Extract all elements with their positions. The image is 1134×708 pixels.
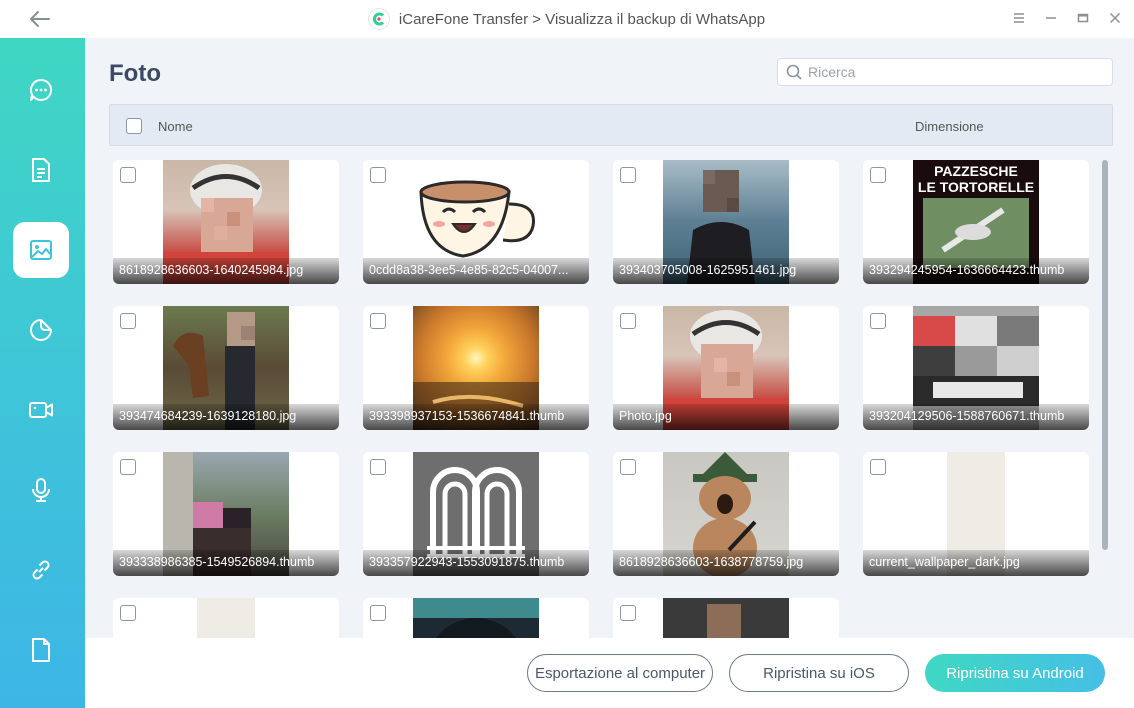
page-title: Foto: [109, 60, 161, 87]
document-icon: [32, 158, 50, 182]
chat-icon: [29, 78, 53, 101]
photo-checkbox[interactable]: [870, 459, 886, 475]
photo-checkbox[interactable]: [120, 605, 136, 621]
poster-line1: PAZZESCHE: [934, 163, 1018, 179]
photo-filename: Photo.jpg: [613, 404, 839, 430]
select-all-checkbox[interactable]: [126, 118, 142, 134]
search-input[interactable]: [808, 64, 1098, 80]
photo-card[interactable]: 393204129506-1588760671.thumb: [863, 306, 1089, 430]
image-icon: [30, 240, 52, 260]
sidebar-item-photos[interactable]: [13, 222, 69, 278]
photo-checkbox[interactable]: [120, 313, 136, 329]
photo-card[interactable]: current_wallpaper_dark.jpg: [863, 452, 1089, 576]
photo-card[interactable]: 8618928636603-1640245984.jpg: [113, 160, 339, 284]
sidebar-item-links[interactable]: [13, 542, 69, 598]
photo-filename: 393403705008-1625951461.jpg: [613, 258, 839, 284]
photo-card[interactable]: [363, 598, 589, 638]
photo-card[interactable]: Photo.jpg: [613, 306, 839, 430]
sidebar-item-stickers[interactable]: [13, 302, 69, 358]
close-button[interactable]: [1106, 8, 1124, 28]
action-bar: Esportazione al computer Ripristina su i…: [85, 638, 1134, 708]
photo-checkbox[interactable]: [620, 313, 636, 329]
minimize-icon: [1046, 17, 1056, 19]
main-panel: Foto Nome Dimensione 8618928636603-16402…: [85, 38, 1134, 638]
photo-filename: 0cdd8a38-3ee5-4e85-82c5-04007...: [363, 258, 589, 284]
photo-checkbox[interactable]: [620, 167, 636, 183]
photo-checkbox[interactable]: [620, 605, 636, 621]
photo-filename: 393357922943-1553091875.thumb: [363, 550, 589, 576]
photo-checkbox[interactable]: [370, 313, 386, 329]
photo-checkbox[interactable]: [370, 459, 386, 475]
app-logo-icon: [368, 9, 389, 29]
photo-card[interactable]: 393403705008-1625951461.jpg: [613, 160, 839, 284]
photo-checkbox[interactable]: [120, 459, 136, 475]
menu-button[interactable]: [1010, 8, 1028, 28]
photo-card[interactable]: 8618928636603-1638778759.jpg: [613, 452, 839, 576]
sidebar-item-files[interactable]: [13, 622, 69, 678]
hamburger-icon: [1014, 13, 1024, 23]
sidebar-item-videos[interactable]: [13, 382, 69, 438]
microphone-icon: [32, 478, 50, 502]
photo-checkbox[interactable]: [370, 167, 386, 183]
photo-checkbox[interactable]: [370, 605, 386, 621]
search-box[interactable]: [777, 58, 1113, 86]
photo-filename: 393398937153-1536674841.thumb: [363, 404, 589, 430]
column-header-name[interactable]: Nome: [158, 119, 193, 134]
sidebar-item-documents[interactable]: [13, 142, 69, 198]
restore-ios-button[interactable]: Ripristina su iOS: [729, 654, 909, 692]
window-title: iCareFone Transfer > Visualizza il backu…: [398, 10, 766, 28]
maximize-icon: [1077, 13, 1089, 23]
photo-checkbox[interactable]: [870, 313, 886, 329]
photo-card[interactable]: 393398937153-1536674841.thumb: [363, 306, 589, 430]
photo-checkbox[interactable]: [620, 459, 636, 475]
photo-filename: 393474684239-1639128180.jpg: [113, 404, 339, 430]
photo-card[interactable]: PAZZESCHE LE TORTORELLE 393294245954-1636…: [863, 160, 1089, 284]
photo-card[interactable]: 0cdd8a38-3ee5-4e85-82c5-04007...: [363, 160, 589, 284]
table-header: Nome Dimensione: [109, 104, 1113, 146]
window-title-group: iCareFone Transfer > Visualizza il backu…: [368, 9, 766, 29]
photo-thumbnail: [413, 598, 539, 638]
photo-filename: 8618928636603-1640245984.jpg: [113, 258, 339, 284]
photo-card[interactable]: 393338986385-1549526894.thumb: [113, 452, 339, 576]
photo-checkbox[interactable]: [120, 167, 136, 183]
maximize-button[interactable]: [1074, 8, 1092, 28]
photo-card[interactable]: 393357922943-1553091875.thumb: [363, 452, 589, 576]
photo-grid: 8618928636603-1640245984.jpg 0cdd8a38-3e…: [113, 160, 1098, 638]
restore-android-button[interactable]: Ripristina su Android: [925, 654, 1105, 692]
photo-thumbnail: [197, 598, 255, 638]
poster-line2: LE TORTORELLE: [918, 179, 1034, 195]
close-icon: [1109, 12, 1121, 24]
photo-filename: current_wallpaper_dark.jpg: [863, 550, 1089, 576]
photo-thumbnail: [663, 598, 789, 638]
sidebar: [0, 38, 85, 708]
photo-filename: 393294245954-1636664423.thumb: [863, 258, 1089, 284]
sidebar-item-messages[interactable]: [13, 62, 69, 118]
photo-filename: 393338986385-1549526894.thumb: [113, 550, 339, 576]
file-icon: [32, 638, 50, 662]
window-controls: [1010, 8, 1124, 28]
video-icon: [29, 402, 53, 418]
link-icon: [32, 560, 50, 580]
photo-filename: 393204129506-1588760671.thumb: [863, 404, 1089, 430]
photo-card[interactable]: [613, 598, 839, 638]
export-to-computer-button[interactable]: Esportazione al computer: [527, 654, 713, 692]
photo-checkbox[interactable]: [870, 167, 886, 183]
search-icon: [786, 64, 802, 80]
back-button[interactable]: [26, 6, 54, 32]
photo-filename: 8618928636603-1638778759.jpg: [613, 550, 839, 576]
sticker-icon: [30, 319, 52, 341]
sidebar-item-audio[interactable]: [13, 462, 69, 518]
grid-scrollbar[interactable]: [1102, 160, 1108, 550]
photo-card[interactable]: 393474684239-1639128180.jpg: [113, 306, 339, 430]
title-bar: iCareFone Transfer > Visualizza il backu…: [0, 0, 1134, 38]
arrow-left-icon: [30, 11, 50, 27]
column-header-size[interactable]: Dimensione: [915, 119, 984, 134]
photo-card[interactable]: [113, 598, 339, 638]
minimize-button[interactable]: [1042, 8, 1060, 28]
